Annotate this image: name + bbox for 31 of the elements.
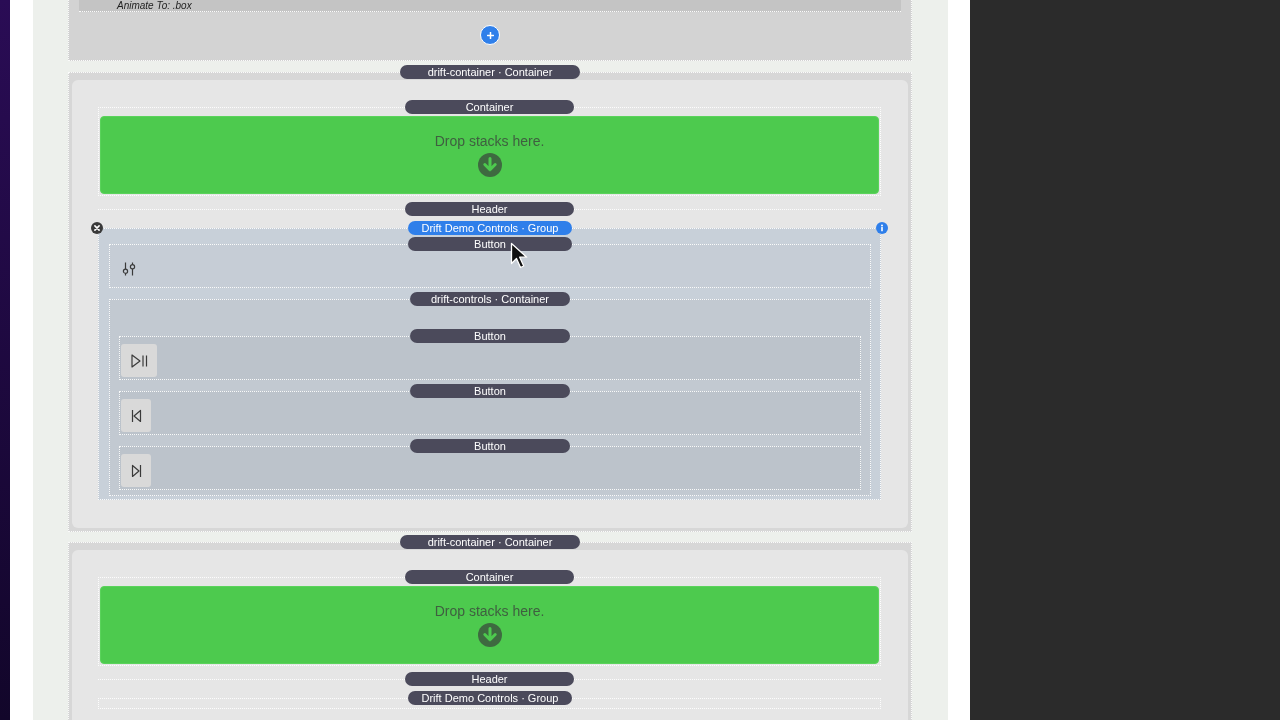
- block-label[interactable]: Drift Demo Controls · Group: [407, 691, 573, 705]
- block-label[interactable]: Header: [404, 672, 575, 686]
- drop-hint: Drop stacks here.: [434, 133, 545, 149]
- block-label[interactable]: Drift Demo Controls · Group: [407, 221, 573, 235]
- skip-back-button[interactable]: [121, 399, 151, 432]
- block-label[interactable]: drift-container · Container: [399, 65, 581, 79]
- block-label[interactable]: Button: [410, 439, 570, 453]
- block-label[interactable]: Container: [405, 570, 574, 584]
- block-label[interactable]: Button: [410, 384, 570, 398]
- action-row[interactable]: Animate To: .box: [79, 0, 901, 12]
- play-pause-button[interactable]: [121, 344, 157, 377]
- info-icon[interactable]: [876, 222, 888, 234]
- close-icon[interactable]: [91, 222, 103, 234]
- sliders-button[interactable]: [121, 261, 137, 277]
- play-pause-icon: [130, 353, 148, 368]
- sliders-icon: [121, 261, 137, 277]
- block-label[interactable]: drift-container · Container: [399, 535, 581, 549]
- block-label[interactable]: Button: [410, 329, 570, 343]
- block-label[interactable]: Container: [405, 100, 574, 114]
- arrow-down-circle-icon: [477, 153, 502, 177]
- block-label[interactable]: Button: [407, 237, 573, 251]
- add-button[interactable]: [480, 25, 500, 45]
- skip-back-icon: [130, 408, 142, 423]
- block-label[interactable]: drift-controls · Container: [409, 292, 571, 306]
- action-label: Animate To: .box: [117, 0, 192, 11]
- skip-forward-button[interactable]: [121, 454, 151, 487]
- skip-forward-icon: [130, 463, 142, 478]
- arrow-down-circle-icon: [477, 623, 502, 647]
- block-label[interactable]: Header: [404, 202, 575, 216]
- plus-icon: [486, 31, 494, 39]
- drop-hint: Drop stacks here.: [434, 603, 545, 619]
